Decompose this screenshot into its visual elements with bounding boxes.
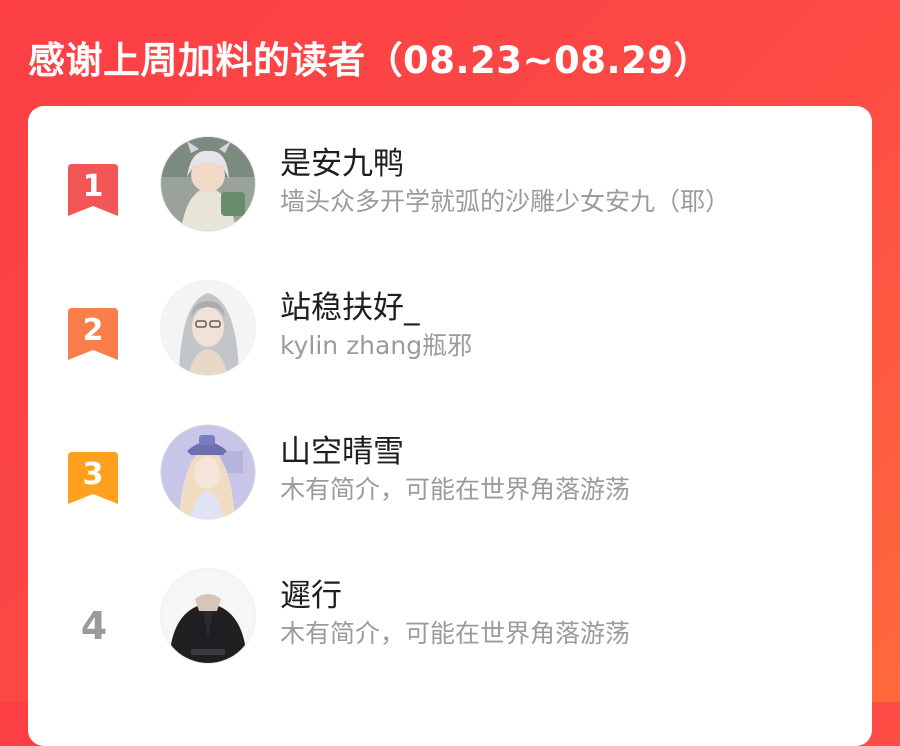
rank-number: 1: [83, 169, 104, 204]
ribbon-bookmark-icon: 2: [68, 308, 118, 360]
reader-name[interactable]: 遲行: [280, 570, 342, 615]
avatar[interactable]: [160, 424, 256, 520]
rank-badge-1: 1: [68, 164, 118, 216]
avatar[interactable]: [160, 136, 256, 232]
rank-badge-2: 2: [68, 308, 118, 360]
reader-row-2[interactable]: 2 站稳扶好_ kylin zhang瓶邪: [28, 280, 872, 404]
avatar[interactable]: [160, 280, 256, 376]
ribbon-bookmark-icon: 3: [68, 452, 118, 504]
reader-name[interactable]: 站稳扶好_: [280, 282, 420, 327]
rank-badge-3: 3: [68, 452, 118, 504]
rank-number: 2: [83, 313, 104, 348]
rank-number: 3: [83, 457, 104, 492]
rank-number: 4: [80, 604, 108, 648]
reader-row-3[interactable]: 3 山空晴雪 木有简介，可能在世界角落游荡: [28, 424, 872, 548]
reader-bio: 木有简介，可能在世界角落游荡: [280, 619, 631, 648]
reader-bio: 木有简介，可能在世界角落游荡: [280, 475, 631, 504]
reader-name[interactable]: 是安九鸭: [280, 138, 404, 183]
reader-row-1[interactable]: 1 是安九鸭 墙头众多开学就弧的沙雕少女安九（耶）: [28, 136, 872, 260]
page-title: 感谢上周加料的读者（08.23~08.29）: [28, 39, 712, 82]
reader-bio: 墙头众多开学就弧的沙雕少女安九（耶）: [280, 187, 731, 216]
ribbon-bookmark-icon: 1: [68, 164, 118, 216]
reader-name[interactable]: 山空晴雪: [280, 426, 404, 471]
reader-row-4[interactable]: 4 遲行 木有简介，可能在世界角落游荡: [28, 568, 872, 692]
reader-ranking-card: 1 是安九鸭 墙头众多开学就弧的沙雕少女安九（耶） 2 站稳扶好_ kylin …: [28, 106, 872, 746]
avatar[interactable]: [160, 568, 256, 664]
reader-bio: kylin zhang瓶邪: [280, 331, 473, 360]
